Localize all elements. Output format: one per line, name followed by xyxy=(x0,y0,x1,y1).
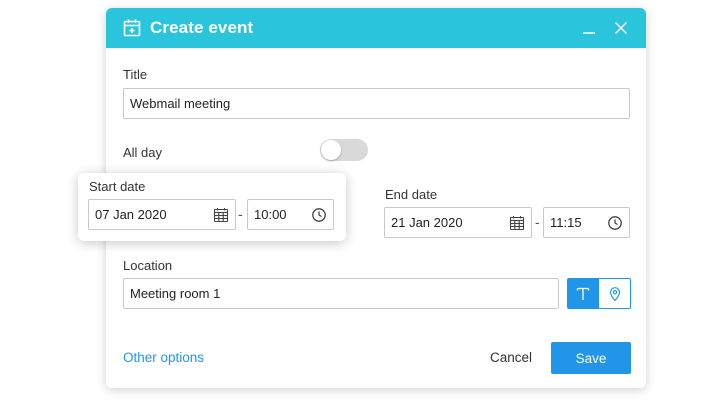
all-day-label: All day xyxy=(123,145,163,160)
minimize-icon xyxy=(583,32,595,34)
end-separator: - xyxy=(535,214,540,230)
map-pin-icon xyxy=(609,286,620,301)
text-icon xyxy=(576,287,590,300)
location-label: Location xyxy=(123,258,173,273)
calendar-icon[interactable] xyxy=(509,215,525,231)
dialog-title: Create event xyxy=(150,18,254,37)
calendar-plus-icon xyxy=(122,18,142,38)
start-date-label: Start date xyxy=(89,179,146,194)
start-date-value: 07 Jan 2020 xyxy=(95,207,167,222)
location-input[interactable]: Meeting room 1 xyxy=(123,278,559,309)
close-icon xyxy=(615,22,627,34)
other-options-link[interactable]: Other options xyxy=(123,350,204,365)
close-button[interactable] xyxy=(608,15,634,41)
title-input[interactable]: Webmail meeting xyxy=(123,88,630,119)
location-map-mode-button[interactable] xyxy=(599,278,631,309)
cancel-button[interactable]: Cancel xyxy=(490,350,532,365)
title-label: Title xyxy=(123,67,148,82)
dialog-titlebar: Create event xyxy=(106,8,646,48)
save-button[interactable]: Save xyxy=(551,342,631,374)
clock-icon[interactable] xyxy=(311,207,327,223)
all-day-toggle[interactable] xyxy=(320,139,368,161)
minimize-button[interactable] xyxy=(576,15,602,41)
start-date-field[interactable]: 07 Jan 2020 xyxy=(88,199,236,230)
end-time-value: 11:15 xyxy=(550,215,582,230)
calendar-icon[interactable] xyxy=(213,207,229,223)
location-value: Meeting room 1 xyxy=(130,286,221,301)
start-time-field[interactable]: 10:00 xyxy=(247,199,334,230)
start-separator: - xyxy=(238,206,243,222)
end-date-value: 21 Jan 2020 xyxy=(391,215,463,230)
location-text-mode-button[interactable] xyxy=(567,278,599,309)
toggle-knob xyxy=(321,140,341,160)
end-date-label: End date xyxy=(385,187,438,202)
clock-icon[interactable] xyxy=(607,215,623,231)
end-date-field[interactable]: 21 Jan 2020 xyxy=(384,207,532,238)
title-input-value: Webmail meeting xyxy=(130,96,231,111)
end-time-field[interactable]: 11:15 xyxy=(543,207,630,238)
start-time-value: 10:00 xyxy=(254,207,287,222)
